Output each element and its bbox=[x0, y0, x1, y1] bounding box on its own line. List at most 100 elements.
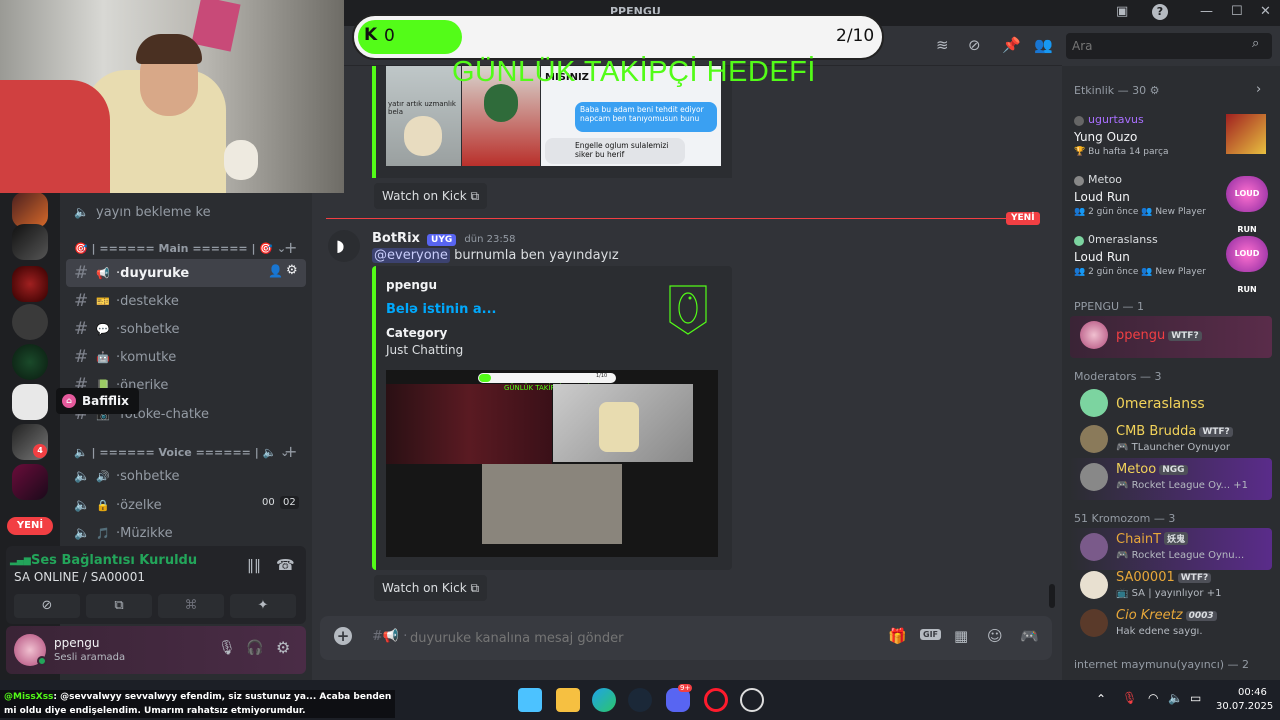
member-item[interactable]: Cio Kreetz 0003 Hak edene saygı. bbox=[1070, 604, 1272, 646]
minimize-button[interactable]: — bbox=[1200, 4, 1213, 19]
chat-bubble: Baba bu adam beni tehdit ediyor napcam b… bbox=[575, 102, 717, 132]
voice-channel-muzikke[interactable]: 🔈 🎵 · Müzikke bbox=[66, 519, 306, 547]
mention[interactable]: @everyone bbox=[372, 248, 450, 263]
help-icon[interactable]: ? bbox=[1152, 4, 1168, 20]
disconnect-icon[interactable]: ☎ bbox=[276, 556, 295, 574]
channel-item[interactable]: 🔈 yayın bekleme ke bbox=[66, 198, 306, 226]
member-item[interactable]: SA00001 WTF? 📺 SA | yayınlıyor +1 bbox=[1070, 566, 1272, 608]
gear-icon[interactable]: ⚙ bbox=[286, 263, 298, 278]
close-button[interactable]: ✕ bbox=[1260, 4, 1271, 19]
screen-share-button[interactable]: ⧉ bbox=[86, 594, 152, 618]
server-icon[interactable] bbox=[12, 304, 48, 340]
channel-item-duyuruke[interactable]: # 📢 · duyuruke 👤 ⚙ bbox=[66, 259, 306, 287]
search-input[interactable] bbox=[1072, 36, 1242, 56]
clock-time[interactable]: 00:46 bbox=[1238, 687, 1267, 698]
gif-button[interactable]: GIF bbox=[920, 629, 942, 640]
chevron-right-icon[interactable]: › bbox=[1256, 82, 1261, 97]
server-icon[interactable] bbox=[12, 344, 48, 380]
meme-caption: yatır artık uzmanlık bela bbox=[388, 100, 456, 116]
member-activity: 📺 SA | yayınlıyor +1 bbox=[1116, 588, 1222, 599]
add-channel-icon[interactable]: + bbox=[284, 238, 297, 257]
steam-icon[interactable] bbox=[628, 688, 652, 712]
opera-icon[interactable] bbox=[704, 688, 728, 712]
clock-date[interactable]: 30.07.2025 bbox=[1216, 701, 1273, 712]
watch-on-kick-button[interactable]: Watch on Kick ⧉ bbox=[374, 183, 488, 209]
speaker-icon: 🔈 bbox=[74, 205, 89, 219]
file-explorer-icon[interactable] bbox=[556, 688, 580, 712]
new-servers-pill[interactable]: YENİ bbox=[7, 517, 53, 535]
server-icon[interactable] bbox=[12, 192, 48, 228]
emoji-icon[interactable]: ☺ bbox=[987, 627, 1003, 645]
members-icon[interactable]: 👥 bbox=[1034, 36, 1053, 54]
server-icon[interactable] bbox=[12, 464, 48, 500]
volume-icon[interactable]: 🔈 bbox=[1168, 691, 1183, 705]
server-icon[interactable] bbox=[12, 224, 48, 260]
windows-start-icon[interactable] bbox=[518, 688, 542, 712]
activity-card[interactable]: Metoo Loud Run 👥 2 gün önce 👥 New Player… bbox=[1070, 170, 1272, 234]
activity-header[interactable]: Etkinlik — 30 ⚙ bbox=[1074, 84, 1160, 97]
invite-icon[interactable]: 👤 bbox=[268, 264, 283, 278]
maximize-button[interactable]: ☐ bbox=[1231, 4, 1243, 19]
search-box[interactable]: ⌕ bbox=[1066, 33, 1272, 59]
attach-button[interactable]: + bbox=[334, 627, 352, 645]
voice-channel-sohbetke[interactable]: 🔈 🔊 · sohbetke bbox=[66, 462, 306, 490]
avatar[interactable]: ◗ bbox=[328, 230, 360, 262]
edge-icon[interactable] bbox=[592, 688, 616, 712]
member-item[interactable]: ppengu WTF? bbox=[1070, 316, 1272, 358]
embed-provider[interactable]: ppengu bbox=[386, 278, 437, 292]
tooltip-label: Bafiflix bbox=[82, 394, 129, 408]
pin-icon[interactable]: 📌 bbox=[1002, 36, 1021, 54]
member-item[interactable]: ChainT 妖鬼 🎮 Rocket League Oynu... bbox=[1070, 528, 1272, 570]
watch-on-kick-button[interactable]: Watch on Kick ⧉ bbox=[374, 575, 488, 601]
camera-off-button[interactable]: ⊘ bbox=[14, 594, 80, 618]
member-item[interactable]: CMB Brudda WTF? 🎮 TLauncher Oynuyor bbox=[1070, 420, 1272, 462]
voice-status[interactable]: Ses Bağlantısı Kuruldu bbox=[31, 553, 197, 568]
channel-item-destekke[interactable]: # 🎫 · destekke bbox=[66, 287, 306, 315]
obs-icon[interactable] bbox=[740, 688, 764, 712]
camera-off-icon: ⊘ bbox=[41, 598, 53, 613]
avatar bbox=[1080, 571, 1108, 599]
sticker-icon[interactable]: ▦ bbox=[954, 627, 968, 645]
channel-label: sohbetke bbox=[120, 468, 180, 484]
message-input[interactable] bbox=[410, 627, 870, 649]
microphone-icon[interactable]: 🎙 bbox=[218, 640, 236, 656]
speaker-icon: 🔈 bbox=[74, 497, 91, 513]
gamepad-icon[interactable]: 🎮 bbox=[1020, 627, 1039, 645]
server-icon-bafiflix[interactable] bbox=[12, 384, 48, 420]
battery-icon[interactable]: ▭ bbox=[1190, 691, 1201, 705]
scrollbar-thumb[interactable] bbox=[1049, 584, 1055, 608]
member-name: Cio Kreetz 0003 bbox=[1116, 608, 1217, 623]
inbox-icon[interactable]: ▣ bbox=[1116, 4, 1128, 19]
voice-server[interactable]: SA ONLINE / SA00001 bbox=[14, 570, 145, 584]
channel-emoji: 💬 bbox=[96, 322, 110, 336]
embed-title[interactable]: Belə istinin a... bbox=[386, 302, 496, 317]
wifi-icon[interactable]: ◠ bbox=[1148, 691, 1158, 705]
group-header: PPENGU — 1 bbox=[1074, 300, 1145, 313]
microphone-icon[interactable]: 🎙 bbox=[1122, 691, 1137, 705]
voice-channel-ozelke[interactable]: 🔈 🔒 · özelke 00 02 bbox=[66, 491, 306, 519]
avatar bbox=[1074, 236, 1084, 246]
soundboard-button[interactable]: ✦ bbox=[230, 594, 296, 618]
chevron-up-icon[interactable]: ⌃ bbox=[1096, 692, 1106, 706]
noise-suppression-icon[interactable]: ‖‖ bbox=[247, 558, 261, 574]
add-channel-icon[interactable]: + bbox=[284, 442, 297, 461]
stream-thumbnail[interactable]: 1/10 GÜNLÜK TAKİPÇİ HEDEFİ bbox=[386, 370, 718, 557]
category-voice[interactable]: 🔈 | ====== Voice ====== | 🔈 ⌄ bbox=[74, 446, 289, 459]
channel-label: Müzikke bbox=[120, 525, 173, 541]
member-item[interactable]: Metoo NGG 🎮 Rocket League Oy... +1 bbox=[1070, 458, 1272, 500]
meme-image[interactable]: yatır artık uzmanlık bela bbox=[386, 66, 461, 166]
guild-tag: WTF? bbox=[1168, 331, 1202, 341]
category-main[interactable]: 🎯 | ====== Main ====== | 🎯 ⌄ bbox=[74, 242, 286, 255]
threads-icon[interactable]: ≋ bbox=[936, 36, 949, 54]
server-icon[interactable] bbox=[12, 266, 48, 302]
gift-icon[interactable]: 🎁 bbox=[888, 627, 907, 645]
activity-card[interactable]: 0meraslanss Loud Run 👥 2 gün önce 👥 New … bbox=[1070, 230, 1272, 294]
headphones-icon[interactable]: 🎧 bbox=[246, 640, 263, 656]
gear-icon[interactable]: ⚙ bbox=[276, 638, 290, 657]
channel-item-komutke[interactable]: # 🤖 · komutke bbox=[66, 343, 306, 371]
activity-button[interactable]: ⌘ bbox=[158, 594, 224, 618]
activity-card[interactable]: ugurtavus Yung Ouzo 🏆 Bu hafta 14 parça bbox=[1070, 110, 1272, 162]
channel-item-sohbetke[interactable]: # 💬 · sohbetke bbox=[66, 315, 306, 343]
author-name[interactable]: BotRix bbox=[372, 231, 420, 246]
notifications-off-icon[interactable]: ⊘ bbox=[968, 36, 981, 54]
